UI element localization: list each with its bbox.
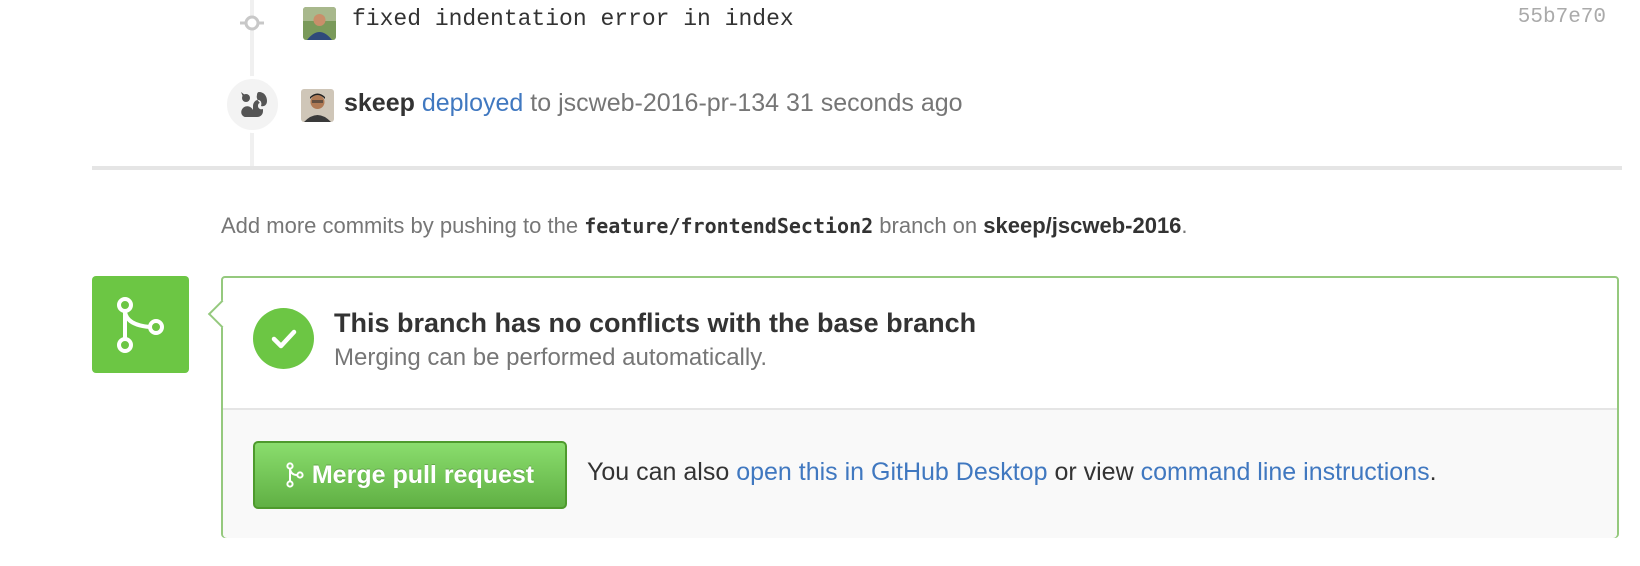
timeline-commit-item: fixed indentation error in index 55b7e70: [0, 0, 1640, 44]
check-icon: [253, 308, 314, 369]
repo-name: skeep/jscweb-2016: [983, 213, 1182, 238]
open-github-desktop-link[interactable]: open this in GitHub Desktop: [736, 458, 1047, 486]
merge-status: This branch has no conflicts with the ba…: [223, 278, 1617, 408]
commit-author-avatar[interactable]: [303, 7, 336, 40]
deployed-link[interactable]: deployed: [422, 89, 523, 117]
timeline-deploy-item: skeep deployed to jscweb-2016-pr-134 31 …: [0, 72, 1640, 133]
git-commit-icon: [240, 11, 264, 35]
git-merge-icon: [92, 276, 189, 373]
also-prefix: You can also: [587, 458, 730, 486]
merge-actions: Merge pull request You can also open thi…: [223, 408, 1617, 538]
push-hint-suffix: .: [1181, 213, 1188, 238]
merge-status-title: This branch has no conflicts with the ba…: [334, 308, 977, 338]
deployer-avatar[interactable]: [301, 89, 334, 122]
push-hint-prefix: Add more commits by pushing to the: [221, 213, 579, 238]
merge-alt-suffix: .: [1429, 458, 1437, 486]
timeline-end-divider: [92, 166, 1622, 170]
merge-status-subtitle: Merging can be performed automatically.: [334, 344, 768, 371]
squirrel-icon: [224, 76, 281, 133]
merge-pull-request-button[interactable]: Merge pull request: [253, 441, 567, 509]
deploy-to-label: to: [530, 89, 552, 117]
commit-message-link[interactable]: fixed indentation error in index: [352, 6, 794, 32]
merge-panel: This branch has no conflicts with the ba…: [207, 276, 1619, 538]
merge-button-label: Merge pull request: [311, 460, 535, 489]
deploy-event-text: skeep deployed to jscweb-2016-pr-134 31 …: [344, 89, 963, 118]
push-hint: Add more commits by pushing to the featu…: [221, 213, 1188, 239]
or-view-text: or view: [1054, 458, 1134, 486]
branch-name: feature/frontendSection2: [584, 214, 874, 238]
deploy-user-link[interactable]: skeep: [344, 89, 415, 117]
commit-sha-link[interactable]: 55b7e70: [1518, 6, 1606, 29]
command-line-instructions-link[interactable]: command line instructions: [1141, 458, 1430, 486]
git-merge-icon: [286, 462, 304, 488]
deploy-environment: jscweb-2016-pr-134: [558, 89, 780, 117]
merge-alternatives: You can also open this in GitHub Desktop…: [587, 458, 1437, 487]
deploy-time: 31 seconds ago: [786, 89, 963, 117]
push-hint-middle: branch on: [879, 213, 978, 238]
